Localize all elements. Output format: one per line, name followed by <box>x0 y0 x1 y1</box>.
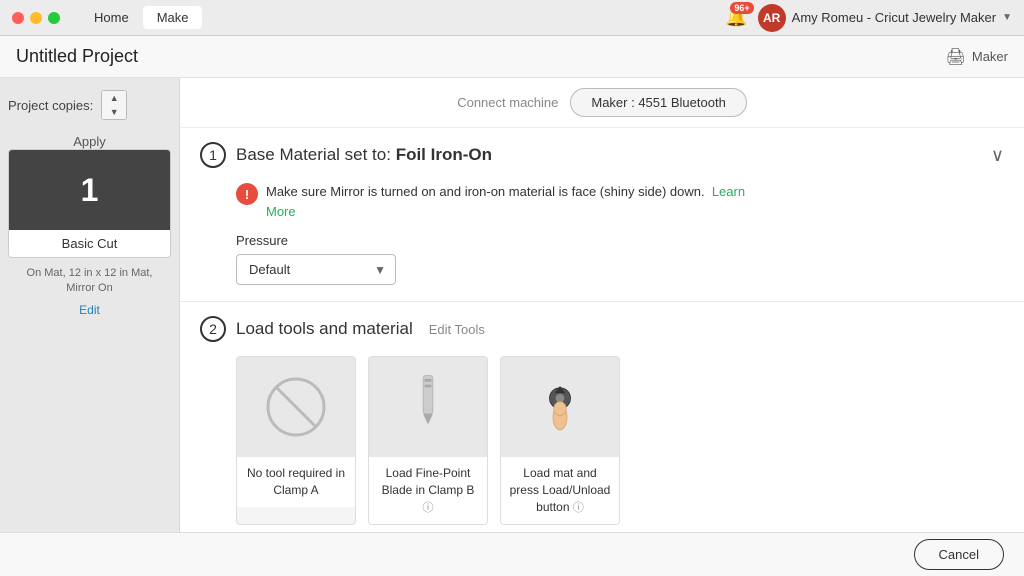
step2-title: Load tools and material <box>236 319 413 339</box>
nav-tabs: Home Make <box>80 6 202 29</box>
fullscreen-button[interactable] <box>48 12 60 24</box>
learn-link[interactable]: Learn <box>712 184 745 199</box>
minimize-button[interactable] <box>30 12 42 24</box>
design-number: 1 <box>81 172 99 209</box>
right-panel: Connect machine Maker : 4551 Bluetooth 1… <box>180 78 1024 576</box>
connect-machine-label: Connect machine <box>457 95 558 110</box>
traffic-lights <box>12 12 60 24</box>
titlebar-left: Home Make <box>12 6 202 29</box>
step2-section: 2 Load tools and material Edit Tools <box>180 302 1024 546</box>
no-tool-image <box>236 357 356 457</box>
title-bar: Home Make 🔔 96+ AR Amy Romeu - Cricut Je… <box>0 0 1024 36</box>
step1-material: Foil Iron-On <box>396 145 492 164</box>
project-header: Untitled Project 🖨 Maker <box>0 36 1024 78</box>
design-meta: On Mat, 12 in x 12 in Mat, Mirror On <box>8 266 171 303</box>
bottom-bar: Cancel <box>0 532 1024 576</box>
copies-label: Project copies: <box>8 98 93 113</box>
step1-title: Base Material set to: Foil Iron-On <box>236 145 492 165</box>
design-card: 1 Basic Cut <box>8 149 171 258</box>
apply-button[interactable]: Apply <box>73 134 106 149</box>
info-icon[interactable]: ⓘ <box>423 502 434 514</box>
mat-image <box>500 357 620 457</box>
copies-row: Project copies: ▲ ▼ <box>8 90 171 120</box>
stepper-down-button[interactable]: ▼ <box>102 105 126 119</box>
edit-link[interactable]: Edit <box>71 303 108 325</box>
design-thumbnail: 1 <box>9 150 170 230</box>
maker-label: Maker <box>972 49 1008 64</box>
main-layout: Untitled Project 🖨 Maker Project copies:… <box>0 36 1024 576</box>
step1-section: 1 Base Material set to: Foil Iron-On ∨ !… <box>180 128 1024 302</box>
step1-number: 1 <box>200 142 226 168</box>
warning-icon: ! <box>236 183 258 205</box>
step1-collapse-icon[interactable]: ∨ <box>991 145 1004 166</box>
warning-row: ! Make sure Mirror is turned on and iron… <box>236 182 1004 221</box>
step1-title-prefix: Base Material set to: <box>236 145 396 164</box>
connect-bar: Connect machine Maker : 4551 Bluetooth <box>180 78 1024 128</box>
mat-icon <box>525 372 595 442</box>
user-name-label: Amy Romeu - Cricut Jewelry Maker <box>792 10 996 25</box>
step1-content: ! Make sure Mirror is turned on and iron… <box>180 182 1024 301</box>
edit-tools-link[interactable]: Edit Tools <box>429 322 485 337</box>
more-link[interactable]: More <box>266 204 296 219</box>
chevron-down-icon: ▼ <box>1002 12 1012 23</box>
load-mat-card: Load mat and press Load/Unload button ⓘ <box>500 356 620 525</box>
machine-connect-button[interactable]: Maker : 4551 Bluetooth <box>570 88 746 117</box>
printer-icon: 🖨 <box>946 47 966 67</box>
tools-grid: No tool required in Clamp A <box>180 356 1024 545</box>
blade-icon <box>393 372 463 442</box>
stepper-up-button[interactable]: ▲ <box>102 91 126 105</box>
no-tool-icon <box>261 372 331 442</box>
pressure-label: Pressure <box>236 233 1004 248</box>
content-area: Project copies: ▲ ▼ Apply 1 Basic Cut On… <box>0 78 1024 576</box>
step2-number: 2 <box>200 316 226 342</box>
close-button[interactable] <box>12 12 24 24</box>
fine-point-blade-card: Load Fine-Point Blade in Clamp B ⓘ <box>368 356 488 525</box>
blade-label: Load Fine-Point Blade in Clamp B ⓘ <box>369 457 487 524</box>
copies-stepper[interactable]: ▲ ▼ <box>101 90 127 120</box>
blade-image <box>368 357 488 457</box>
project-title: Untitled Project <box>16 46 138 67</box>
info-icon-mat[interactable]: ⓘ <box>573 502 584 514</box>
design-name: Basic Cut <box>9 230 170 257</box>
warning-message: Make sure Mirror is turned on and iron-o… <box>266 184 705 199</box>
cancel-button[interactable]: Cancel <box>914 539 1004 570</box>
titlebar-right: 🔔 96+ AR Amy Romeu - Cricut Jewelry Make… <box>725 4 1012 32</box>
warning-text: Make sure Mirror is turned on and iron-o… <box>266 182 745 221</box>
step1-header-left: 1 Base Material set to: Foil Iron-On <box>200 142 492 168</box>
home-tab[interactable]: Home <box>80 6 143 29</box>
step2-header-left: 2 Load tools and material Edit Tools <box>200 316 485 342</box>
step1-header: 1 Base Material set to: Foil Iron-On ∨ <box>180 128 1024 182</box>
notification-bell[interactable]: 🔔 96+ <box>725 7 747 28</box>
notification-count: 96+ <box>730 2 753 14</box>
maker-badge: 🖨 Maker <box>946 47 1008 67</box>
left-panel: Project copies: ▲ ▼ Apply 1 Basic Cut On… <box>0 78 180 576</box>
pressure-select-wrap: Default ▼ <box>236 254 396 285</box>
no-tool-card: No tool required in Clamp A <box>236 356 356 525</box>
no-tool-label: No tool required in Clamp A <box>237 457 355 507</box>
avatar: AR <box>758 4 786 32</box>
user-menu[interactable]: AR Amy Romeu - Cricut Jewelry Maker ▼ <box>758 4 1012 32</box>
pressure-select[interactable]: Default <box>236 254 396 285</box>
step2-header: 2 Load tools and material Edit Tools <box>180 302 1024 356</box>
mat-label: Load mat and press Load/Unload button ⓘ <box>501 457 619 524</box>
make-tab[interactable]: Make <box>143 6 203 29</box>
